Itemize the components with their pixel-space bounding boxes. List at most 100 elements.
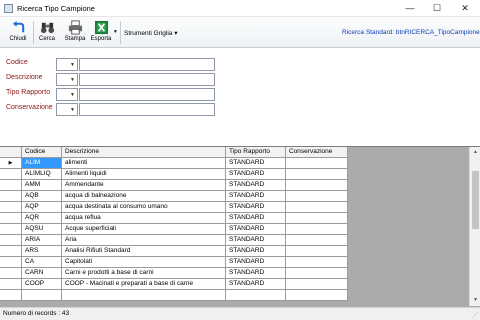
- cell-conservazione[interactable]: [286, 169, 348, 180]
- cell-tipo-rapporto[interactable]: STANDARD: [226, 180, 286, 191]
- table-row[interactable]: ARS Analisi Rifiuti Standard STANDARD: [0, 246, 348, 257]
- row-selector[interactable]: [0, 202, 22, 213]
- table-row[interactable]: CARN Carni e prodotti a base di carni STAN…: [0, 268, 348, 279]
- row-selector[interactable]: [0, 257, 22, 268]
- cell-conservazione[interactable]: [286, 191, 348, 202]
- table-row[interactable]: AQP acqua destinata al consumo umano STAND…: [0, 202, 348, 213]
- table-row[interactable]: ▶ ALIM alimenti STANDARD: [0, 158, 348, 169]
- cell-codice[interactable]: AQP: [22, 202, 62, 213]
- cell-tipo-rapporto[interactable]: STANDARD: [226, 246, 286, 257]
- cell-conservazione[interactable]: [286, 158, 348, 169]
- cell-codice[interactable]: AQSU: [22, 224, 62, 235]
- conservazione-input[interactable]: [79, 103, 215, 116]
- row-selector[interactable]: [0, 279, 22, 290]
- cell-tipo-rapporto[interactable]: STANDARD: [226, 169, 286, 180]
- cell-codice[interactable]: ARS: [22, 246, 62, 257]
- cell-conservazione[interactable]: [286, 180, 348, 191]
- cell-conservazione[interactable]: [286, 224, 348, 235]
- cell-descrizione[interactable]: acqua destinata al consumo umano: [62, 202, 226, 213]
- cell-descrizione[interactable]: [62, 290, 226, 301]
- table-row[interactable]: AQR acqua reflua STANDARD: [0, 213, 348, 224]
- cell-codice[interactable]: AMM: [22, 180, 62, 191]
- table-row[interactable]: COOP COOP - Macinati e preparati a base d…: [0, 279, 348, 290]
- grid-tools-menu[interactable]: Strumenti Griglia ▾: [124, 29, 177, 37]
- tipo-rapporto-input[interactable]: [79, 88, 215, 101]
- column-header-conservazione[interactable]: Conservazione: [286, 147, 348, 158]
- grid-scrollbar[interactable]: ▲ ▼: [469, 147, 480, 306]
- cell-codice[interactable]: COOP: [22, 279, 62, 290]
- scroll-down-icon[interactable]: ▼: [470, 295, 480, 306]
- table-row[interactable]: AQB acqua di balneazione STANDARD: [0, 191, 348, 202]
- cell-conservazione[interactable]: [286, 213, 348, 224]
- row-selector[interactable]: [0, 191, 22, 202]
- cell-conservazione[interactable]: [286, 257, 348, 268]
- descrizione-operator-select[interactable]: ▼: [56, 73, 78, 86]
- tipo-rapporto-operator-select[interactable]: ▼: [56, 88, 78, 101]
- row-selector[interactable]: [0, 180, 22, 191]
- cell-tipo-rapporto[interactable]: STANDARD: [226, 191, 286, 202]
- cell-tipo-rapporto[interactable]: STANDARD: [226, 158, 286, 169]
- row-selector[interactable]: [0, 235, 22, 246]
- cell-descrizione[interactable]: Ammendante: [62, 180, 226, 191]
- table-row[interactable]: AQSU Acque superficiali STANDARD: [0, 224, 348, 235]
- stampa-button[interactable]: Stampa: [62, 19, 88, 46]
- cell-tipo-rapporto[interactable]: STANDARD: [226, 257, 286, 268]
- cell-descrizione[interactable]: COOP - Macinati e preparati a base di ca…: [62, 279, 226, 290]
- cell-tipo-rapporto[interactable]: STANDARD: [226, 235, 286, 246]
- row-selector[interactable]: ▶: [0, 158, 22, 169]
- column-header-codice[interactable]: Codice: [22, 147, 62, 158]
- scroll-up-icon[interactable]: ▲: [470, 147, 480, 158]
- conservazione-operator-select[interactable]: ▼: [56, 103, 78, 116]
- resize-grip-icon[interactable]: ⋰: [472, 312, 478, 319]
- cell-codice[interactable]: [22, 290, 62, 301]
- cell-descrizione[interactable]: Capitolati: [62, 257, 226, 268]
- cell-tipo-rapporto[interactable]: STANDARD: [226, 279, 286, 290]
- cell-conservazione[interactable]: [286, 290, 348, 301]
- cell-conservazione[interactable]: [286, 246, 348, 257]
- descrizione-input[interactable]: [79, 73, 215, 86]
- codice-input[interactable]: [79, 58, 215, 71]
- cell-codice[interactable]: ALIMLIQ: [22, 169, 62, 180]
- esporta-dropdown[interactable]: ▾: [114, 29, 117, 35]
- scrollbar-thumb[interactable]: [472, 171, 479, 229]
- row-selector[interactable]: [0, 246, 22, 257]
- column-header-descrizione[interactable]: Descrizione: [62, 147, 226, 158]
- maximize-button[interactable]: ☐: [424, 0, 450, 16]
- row-selector[interactable]: [0, 290, 22, 301]
- cell-descrizione[interactable]: Carni e prodotti a base di carni: [62, 268, 226, 279]
- cell-conservazione[interactable]: [286, 202, 348, 213]
- cell-descrizione[interactable]: alimenti: [62, 158, 226, 169]
- cell-codice[interactable]: AQB: [22, 191, 62, 202]
- codice-operator-select[interactable]: ▼: [56, 58, 78, 71]
- cerca-button[interactable]: Cerca: [34, 19, 60, 46]
- close-button[interactable]: ✕: [452, 0, 478, 16]
- cell-tipo-rapporto[interactable]: STANDARD: [226, 213, 286, 224]
- cell-descrizione[interactable]: Acque superficiali: [62, 224, 226, 235]
- esporta-button[interactable]: Esporta: [88, 19, 114, 46]
- table-row[interactable]: CA Capitolati STANDARD: [0, 257, 348, 268]
- row-selector[interactable]: [0, 268, 22, 279]
- cell-tipo-rapporto[interactable]: [226, 290, 286, 301]
- cell-descrizione[interactable]: acqua reflua: [62, 213, 226, 224]
- cell-descrizione[interactable]: Analisi Rifiuti Standard: [62, 246, 226, 257]
- table-row[interactable]: [0, 290, 348, 301]
- cell-conservazione[interactable]: [286, 268, 348, 279]
- table-row[interactable]: AMM Ammendante STANDARD: [0, 180, 348, 191]
- column-header-tipo-rapporto[interactable]: Tipo Rapporto: [226, 147, 286, 158]
- cell-descrizione[interactable]: Aria: [62, 235, 226, 246]
- cell-codice[interactable]: AQR: [22, 213, 62, 224]
- table-row[interactable]: ARIA Aria STANDARD: [0, 235, 348, 246]
- minimize-button[interactable]: —: [397, 0, 423, 16]
- cell-codice[interactable]: ARIA: [22, 235, 62, 246]
- cell-tipo-rapporto[interactable]: STANDARD: [226, 224, 286, 235]
- chiudi-button[interactable]: Chiudi: [5, 19, 31, 46]
- row-selector[interactable]: [0, 169, 22, 180]
- cell-codice[interactable]: ALIM: [22, 158, 62, 169]
- row-selector[interactable]: [0, 224, 22, 235]
- cell-descrizione[interactable]: acqua di balneazione: [62, 191, 226, 202]
- table-row[interactable]: ALIMLIQ Alimenti liquidi STANDARD: [0, 169, 348, 180]
- cell-descrizione[interactable]: Alimenti liquidi: [62, 169, 226, 180]
- cell-conservazione[interactable]: [286, 279, 348, 290]
- cell-codice[interactable]: CARN: [22, 268, 62, 279]
- cell-tipo-rapporto[interactable]: STANDARD: [226, 202, 286, 213]
